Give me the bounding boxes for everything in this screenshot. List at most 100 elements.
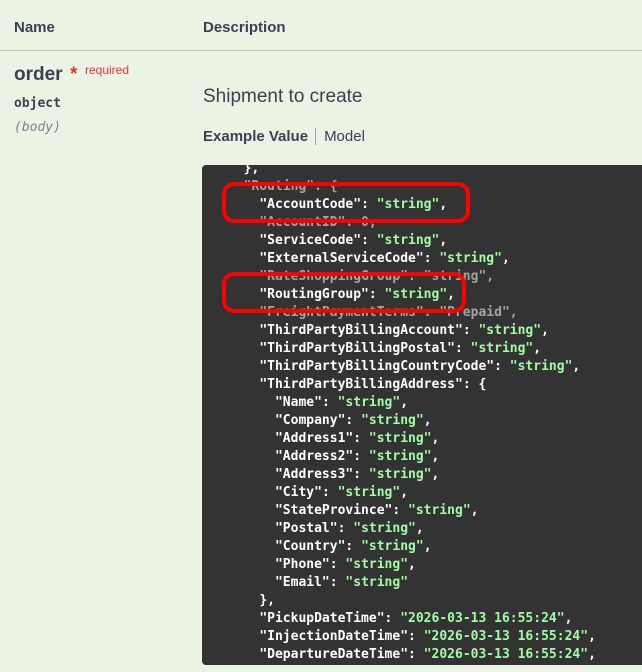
json-key: "Name" bbox=[274, 395, 322, 410]
json-punctuation: , bbox=[447, 287, 455, 302]
json-string-value: "string" bbox=[368, 467, 432, 482]
code-line: "ThirdPartyBillingCountryCode": "string"… bbox=[228, 358, 596, 376]
json-punctuation: : bbox=[361, 197, 377, 212]
json-punctuation: , bbox=[415, 521, 424, 536]
code-line: "Company": "string", bbox=[228, 412, 596, 430]
json-key: "City" bbox=[274, 485, 322, 500]
json-key: "Address1" bbox=[274, 431, 354, 446]
json-punctuation: , bbox=[400, 485, 409, 500]
json-punctuation: : bbox=[408, 629, 424, 644]
code-line: "Address2": "string", bbox=[228, 448, 596, 466]
json-punctuation: , bbox=[541, 323, 549, 338]
json-string-value: "string" bbox=[361, 539, 424, 554]
code-line: "Phone": "string", bbox=[228, 556, 596, 574]
code-line: "Country": "string", bbox=[228, 538, 596, 556]
json-punctuation: : bbox=[329, 575, 346, 590]
json-string-value: "string" bbox=[337, 485, 401, 500]
code-line: "Email": "string" bbox=[228, 574, 596, 592]
parameters-table-header: Name Description bbox=[0, 0, 642, 51]
code-line: "Routing": { bbox=[228, 178, 596, 196]
code-line: "RoutingGroup": "string", bbox=[228, 286, 596, 304]
json-punctuation: : bbox=[392, 503, 409, 518]
json-string-value: "2026-03-13 16:55:24" bbox=[423, 647, 589, 662]
json-punctuation: , bbox=[588, 647, 596, 662]
code-line: "Address3": "string", bbox=[228, 466, 596, 484]
json-key: "InjectionDateTime" bbox=[259, 629, 409, 644]
code-line: "ThirdPartyBillingAddress": { bbox=[228, 376, 596, 394]
json-punctuation: , bbox=[588, 629, 596, 644]
code-line: "Address1": "string", bbox=[228, 430, 596, 448]
json-obscured-text: "Routing": { bbox=[243, 179, 338, 194]
json-key: "RoutingGroup" bbox=[259, 287, 369, 302]
json-string-value: "string" bbox=[376, 197, 440, 212]
example-json-code-block[interactable]: }, "Routing": { "AccountCode": "string",… bbox=[202, 165, 642, 665]
json-punctuation: : bbox=[345, 413, 362, 428]
json-punctuation: : bbox=[353, 431, 369, 446]
code-line: "ThirdPartyBillingAccount": "string", bbox=[228, 322, 596, 340]
tab-example-value[interactable]: Example Value bbox=[203, 128, 308, 145]
json-obscured-text: "FreightPaymentTerms": "Prepaid", bbox=[259, 305, 518, 320]
parameter-description: Shipment to create bbox=[203, 86, 363, 107]
code-line: "StateProvince": "string", bbox=[228, 502, 596, 520]
json-string-value: "2026-03-13 16:55:24" bbox=[400, 611, 565, 626]
json-punctuation: : bbox=[321, 485, 338, 500]
code-line: "AccountID": 0, bbox=[228, 214, 596, 232]
json-punctuation: , bbox=[431, 467, 440, 482]
json-punctuation: : bbox=[368, 287, 385, 302]
json-string-value: "string" bbox=[470, 341, 534, 356]
json-punctuation: : bbox=[345, 539, 362, 554]
column-header-name: Name bbox=[14, 19, 55, 36]
json-key: "ThirdPartyBillingCountryCode" bbox=[259, 359, 495, 374]
parameter-name: order bbox=[14, 64, 63, 85]
json-key: "Email" bbox=[274, 575, 330, 590]
json-key: "ThirdPartyBillingAccount" bbox=[259, 323, 463, 338]
json-punctuation: , bbox=[470, 503, 479, 518]
json-key: "ThirdPartyBillingAddress" bbox=[259, 377, 463, 392]
json-string-value: "string" bbox=[509, 359, 573, 374]
json-key: "ThirdPartyBillingPostal" bbox=[259, 341, 455, 356]
json-string-value: "string" bbox=[376, 233, 440, 248]
json-punctuation: , bbox=[423, 539, 432, 554]
json-string-value: "string" bbox=[353, 521, 416, 536]
json-string-value: "string" bbox=[345, 557, 409, 572]
json-key: "Address2" bbox=[274, 449, 354, 464]
json-punctuation: : bbox=[353, 449, 369, 464]
code-line: "DepartureDateTime": "2026-03-13 16:55:2… bbox=[228, 646, 596, 664]
json-key: "StateProvince" bbox=[274, 503, 393, 518]
json-key: "AccountCode" bbox=[259, 197, 362, 212]
json-punctuation: : bbox=[462, 323, 479, 338]
code-lines: }, "Routing": { "AccountCode": "string",… bbox=[228, 165, 596, 664]
json-punctuation: , bbox=[408, 557, 416, 572]
json-string-value: "string" bbox=[345, 575, 409, 590]
tab-model[interactable]: Model bbox=[324, 128, 365, 145]
tab-divider bbox=[315, 128, 317, 145]
json-string-value: "string" bbox=[368, 431, 432, 446]
json-punctuation: : bbox=[384, 611, 401, 626]
json-string-value: "string" bbox=[408, 503, 471, 518]
json-punctuation: , bbox=[564, 611, 573, 626]
json-punctuation: , bbox=[501, 251, 510, 266]
json-punctuation: : bbox=[329, 557, 346, 572]
json-key: "Postal" bbox=[274, 521, 338, 536]
column-header-description: Description bbox=[203, 19, 286, 36]
